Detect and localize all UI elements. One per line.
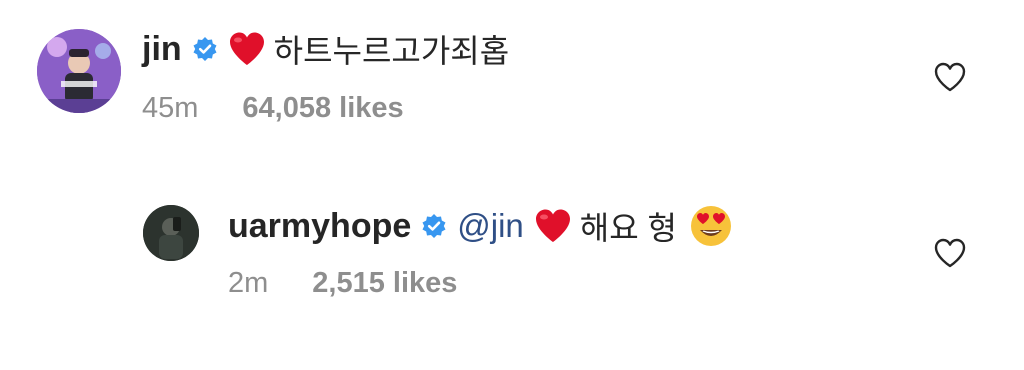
- comment-header: jin 하트누르고가죄홉: [142, 27, 509, 71]
- comment-meta: 2m 2,515 likes: [228, 267, 457, 300]
- comment-text: 해요 형: [579, 210, 677, 246]
- red-heart-emoji: [229, 32, 264, 65]
- likes-count[interactable]: 2,515 likes: [312, 267, 457, 300]
- mention-link[interactable]: @jin: [457, 207, 524, 245]
- timestamp: 45m: [142, 92, 199, 124]
- timestamp: 2m: [228, 267, 269, 299]
- comment-meta: 45m 64,058 likes: [142, 92, 404, 125]
- username[interactable]: uarmyhope: [228, 207, 411, 246]
- comment-text: 하트누르고가죄홉: [273, 33, 510, 69]
- avatar-photo: [143, 205, 199, 261]
- verified-badge-icon: [193, 37, 217, 61]
- comment-item: jin 하트누르고가죄홉 45m 64,058 likes: [0, 0, 1024, 160]
- red-heart-emoji: [535, 209, 570, 242]
- heart-outline-icon[interactable]: [933, 61, 967, 93]
- reply-item: uarmyhope @jin 해요 형 2m 2,515 likes: [0, 175, 1024, 325]
- username[interactable]: jin: [142, 30, 182, 69]
- avatar[interactable]: [143, 205, 199, 261]
- avatar-photo: [37, 29, 121, 113]
- avatar[interactable]: [37, 29, 121, 113]
- comment-header: uarmyhope @jin 해요 형: [228, 204, 733, 248]
- heart-outline-icon[interactable]: [933, 237, 967, 269]
- likes-count[interactable]: 64,058 likes: [242, 92, 403, 125]
- verified-badge-icon: [422, 214, 446, 238]
- heart-eyes-emoji: [691, 206, 731, 246]
